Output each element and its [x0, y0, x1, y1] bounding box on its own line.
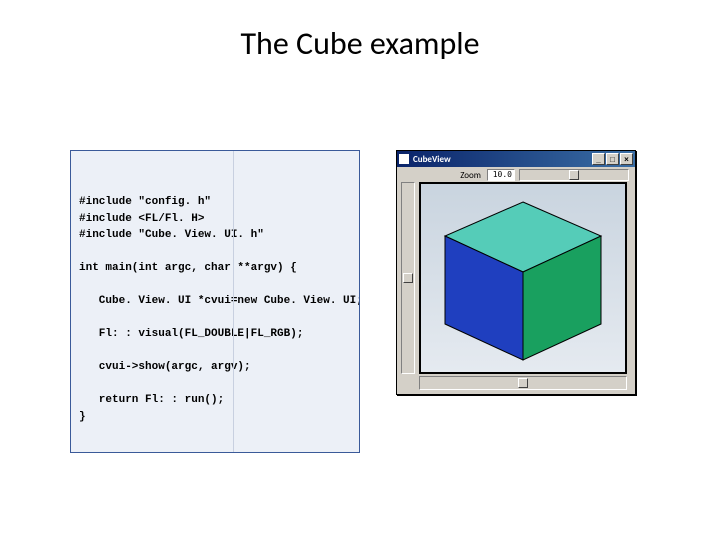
slide-title: The Cube example: [0, 0, 720, 63]
slide: The Cube example #include "config. h" #i…: [0, 0, 720, 540]
maximize-icon: □: [610, 155, 615, 164]
code-line: return Fl: : run();: [79, 394, 224, 406]
code-divider: [233, 151, 234, 452]
bottom-row: [397, 374, 635, 394]
titlebar[interactable]: CubeView _ □ ×: [397, 151, 635, 167]
close-icon: ×: [624, 155, 629, 164]
horizontal-slider[interactable]: [419, 376, 627, 390]
zoom-row: Zoom 10.0: [397, 167, 635, 182]
window-wrapper: CubeView _ □ × Zoom 10.0: [396, 150, 636, 395]
code-line: Cube. View. UI *cvui=new Cube. View. UI;: [79, 295, 360, 307]
window-title: CubeView: [413, 154, 592, 165]
center-row: [397, 182, 635, 374]
body-row: #include "config. h" #include <FL/Fl. H>…: [0, 150, 720, 453]
zoom-value: 10.0: [487, 169, 515, 181]
maximize-button[interactable]: □: [606, 153, 619, 165]
close-button[interactable]: ×: [620, 153, 633, 165]
code-line: }: [79, 411, 86, 423]
minimize-icon: _: [596, 155, 600, 164]
vertical-slider[interactable]: [401, 182, 415, 374]
horizontal-thumb[interactable]: [518, 378, 528, 388]
minimize-button[interactable]: _: [592, 153, 605, 165]
code-line: #include <FL/Fl. H>: [79, 213, 204, 225]
window-icon: [399, 154, 409, 164]
app-window: CubeView _ □ × Zoom 10.0: [396, 150, 636, 395]
cube-svg: [421, 184, 627, 374]
code-line: #include "Cube. View. UI. h": [79, 229, 264, 241]
zoom-label: Zoom: [460, 170, 481, 181]
zoom-thumb[interactable]: [569, 170, 579, 180]
code-line: cvui->show(argc, argv);: [79, 361, 251, 373]
window-controls: _ □ ×: [592, 153, 633, 165]
vertical-thumb[interactable]: [403, 273, 413, 283]
code-line: Fl: : visual(FL_DOUBLE|FL_RGB);: [79, 328, 303, 340]
zoom-slider[interactable]: [519, 169, 629, 181]
code-line: #include "config. h": [79, 196, 211, 208]
code-block: #include "config. h" #include <FL/Fl. H>…: [70, 150, 360, 453]
render-view: [419, 182, 627, 374]
code-line: int main(int argc, char **argv) {: [79, 262, 297, 274]
spacer: [401, 376, 419, 390]
